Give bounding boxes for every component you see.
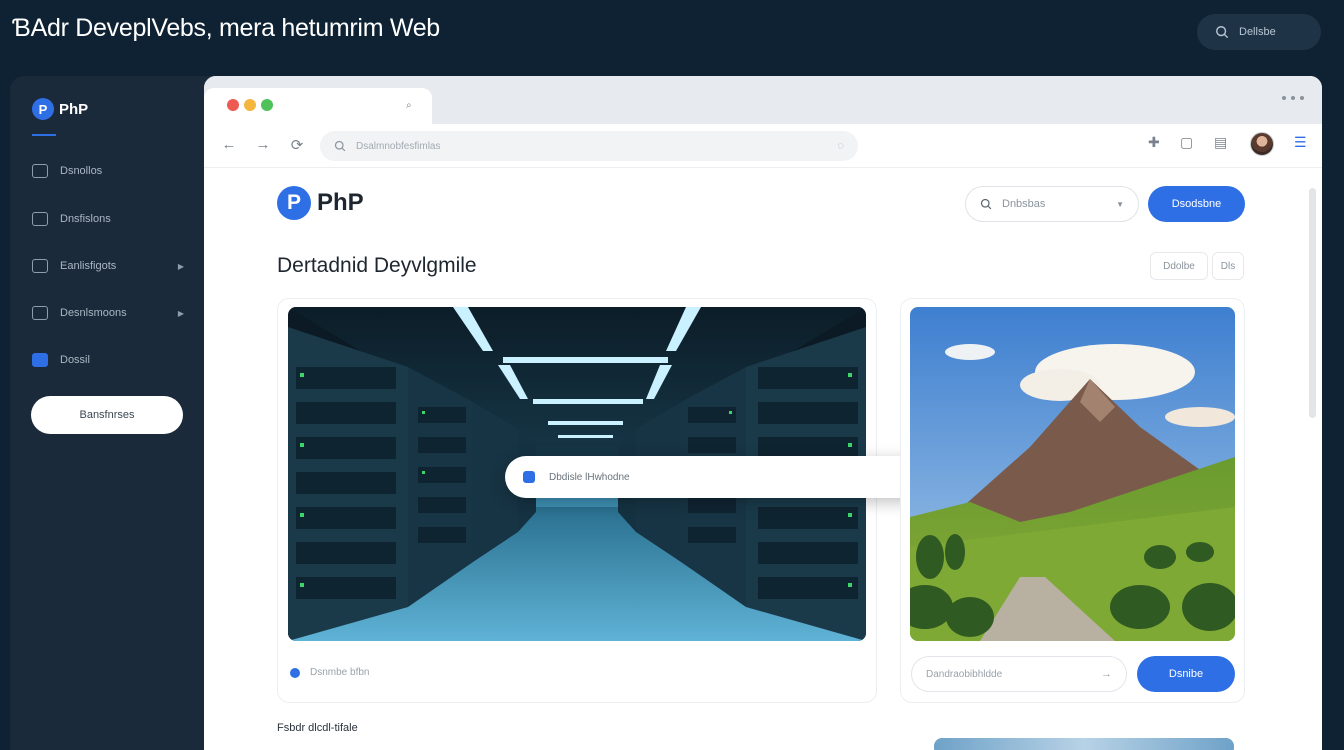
landscape-action-button[interactable]: Dsnibe <box>1137 656 1235 692</box>
status-dot-icon <box>290 667 300 678</box>
overlay-badge-icon <box>523 471 535 483</box>
minimize-window-dot[interactable] <box>244 99 256 111</box>
php-logo-icon: P <box>32 98 54 120</box>
server-card-footer: Dsnmbe bfbn <box>290 667 369 678</box>
bookmarks-icon[interactable]: ▢ <box>1180 134 1193 151</box>
header-search-pill[interactable]: Dellsbe <box>1197 14 1321 50</box>
page-logo-text: PhP <box>317 189 364 216</box>
image-icon <box>32 259 48 273</box>
sidebar: P PhP Dsnollos Dnsfislons Eanlisfigots ▶… <box>10 76 226 750</box>
sidebar-action-button[interactable]: Bansfnrses <box>31 396 183 434</box>
app-title: ƁAdr DeveplVebs, mera hetumrim Web <box>12 14 440 42</box>
folder-icon <box>32 212 48 226</box>
chevron-down-icon: ▼ <box>1116 199 1124 209</box>
overlay-text: Dbdisle lHwhodne <box>549 471 630 483</box>
server-card-footer-text: Dsnmbe bfbn <box>310 667 370 678</box>
forward-arrow-icon[interactable]: → <box>254 136 272 153</box>
sidebar-item-4[interactable]: Desnlsmoons ▶ <box>32 306 184 320</box>
page-search-placeholder: Dnbsbas <box>1002 198 1046 210</box>
image-overlay-bar[interactable]: Dbdisle lHwhodne → <box>505 456 945 498</box>
section-title: Dertadnid Deyvlgmile <box>277 254 477 277</box>
sidebar-item-3[interactable]: Eanlisfigots ▶ <box>32 259 184 273</box>
search-icon <box>1216 26 1229 39</box>
back-arrow-icon[interactable]: ← <box>220 136 238 153</box>
downloads-icon[interactable]: ▤ <box>1214 134 1227 151</box>
chevron-right-icon: ▶ <box>177 308 184 318</box>
mountain-landscape-image <box>910 307 1235 641</box>
php-logo-icon: P <box>277 186 311 220</box>
sidebar-item-label: Desnlsmoons <box>60 307 127 319</box>
page-primary-button[interactable]: Dsodsbne <box>1148 186 1245 222</box>
sidebar-item-label: Eanlisfigots <box>60 260 117 272</box>
page-search-input[interactable]: Dnbsbas ▼ <box>965 186 1139 222</box>
sidebar-logo-text: PhP <box>59 100 89 118</box>
arrow-right-icon[interactable]: → <box>1101 668 1112 680</box>
sidebar-item-label: Dsnollos <box>60 165 103 177</box>
avatar[interactable] <box>1250 132 1274 156</box>
bottom-section-label: Fsbdr dlcdl-tifale <box>277 722 358 734</box>
chevron-right-icon: ▶ <box>177 261 184 271</box>
maximize-window-dot[interactable] <box>261 99 273 111</box>
sidebar-item-5[interactable]: Dossil <box>32 353 184 367</box>
active-item-icon <box>32 353 48 367</box>
address-text: Dsalmnobfesfimlas <box>356 140 441 152</box>
extension-icon[interactable]: ✚ <box>1148 134 1160 151</box>
browser-window: ⌕ ← → ⟳ Dsalmnobfesfimlas ◌ ✚ ▢ ▤ ☰ P Ph… <box>204 76 1322 750</box>
landscape-input-placeholder: Dandraobibhldde <box>926 668 1003 680</box>
tab-search-icon[interactable]: ⌕ <box>406 100 412 111</box>
tab-strip: ⌕ <box>204 76 1322 124</box>
window-icon <box>32 164 48 178</box>
mini-button-2[interactable]: Dls <box>1212 252 1244 280</box>
mini-button-1[interactable]: Ddolbe <box>1150 252 1208 280</box>
sidebar-logo[interactable]: P PhP <box>32 98 88 120</box>
vertical-scrollbar[interactable] <box>1309 188 1316 418</box>
bottom-preview-image <box>934 738 1234 750</box>
sidebar-item-label: Dnsfislons <box>60 213 111 225</box>
browser-toolbar: ← → ⟳ Dsalmnobfesfimlas ◌ ✚ ▢ ▤ ☰ <box>204 124 1322 168</box>
address-reload-icon[interactable]: ◌ <box>837 140 844 152</box>
landscape-input[interactable]: Dandraobibhldde → <box>911 656 1127 692</box>
sidebar-item-2[interactable]: Dnsfislons <box>32 212 184 226</box>
card-icon <box>32 306 48 320</box>
sidebar-item-label: Dossil <box>60 354 90 366</box>
sidebar-item-1[interactable]: Dsnollos <box>32 164 184 178</box>
header-pill-label: Dellsbe <box>1239 26 1276 38</box>
menu-icon[interactable]: ☰ <box>1294 134 1307 151</box>
page-logo[interactable]: P PhP <box>277 186 364 220</box>
address-bar[interactable]: Dsalmnobfesfimlas ◌ <box>320 131 858 161</box>
sidebar-logo-underline <box>32 134 56 136</box>
window-menu-icon[interactable] <box>1282 96 1304 100</box>
search-icon <box>980 198 992 210</box>
search-icon <box>334 140 346 152</box>
close-window-dot[interactable] <box>227 99 239 111</box>
reload-icon[interactable]: ⟳ <box>288 136 306 154</box>
